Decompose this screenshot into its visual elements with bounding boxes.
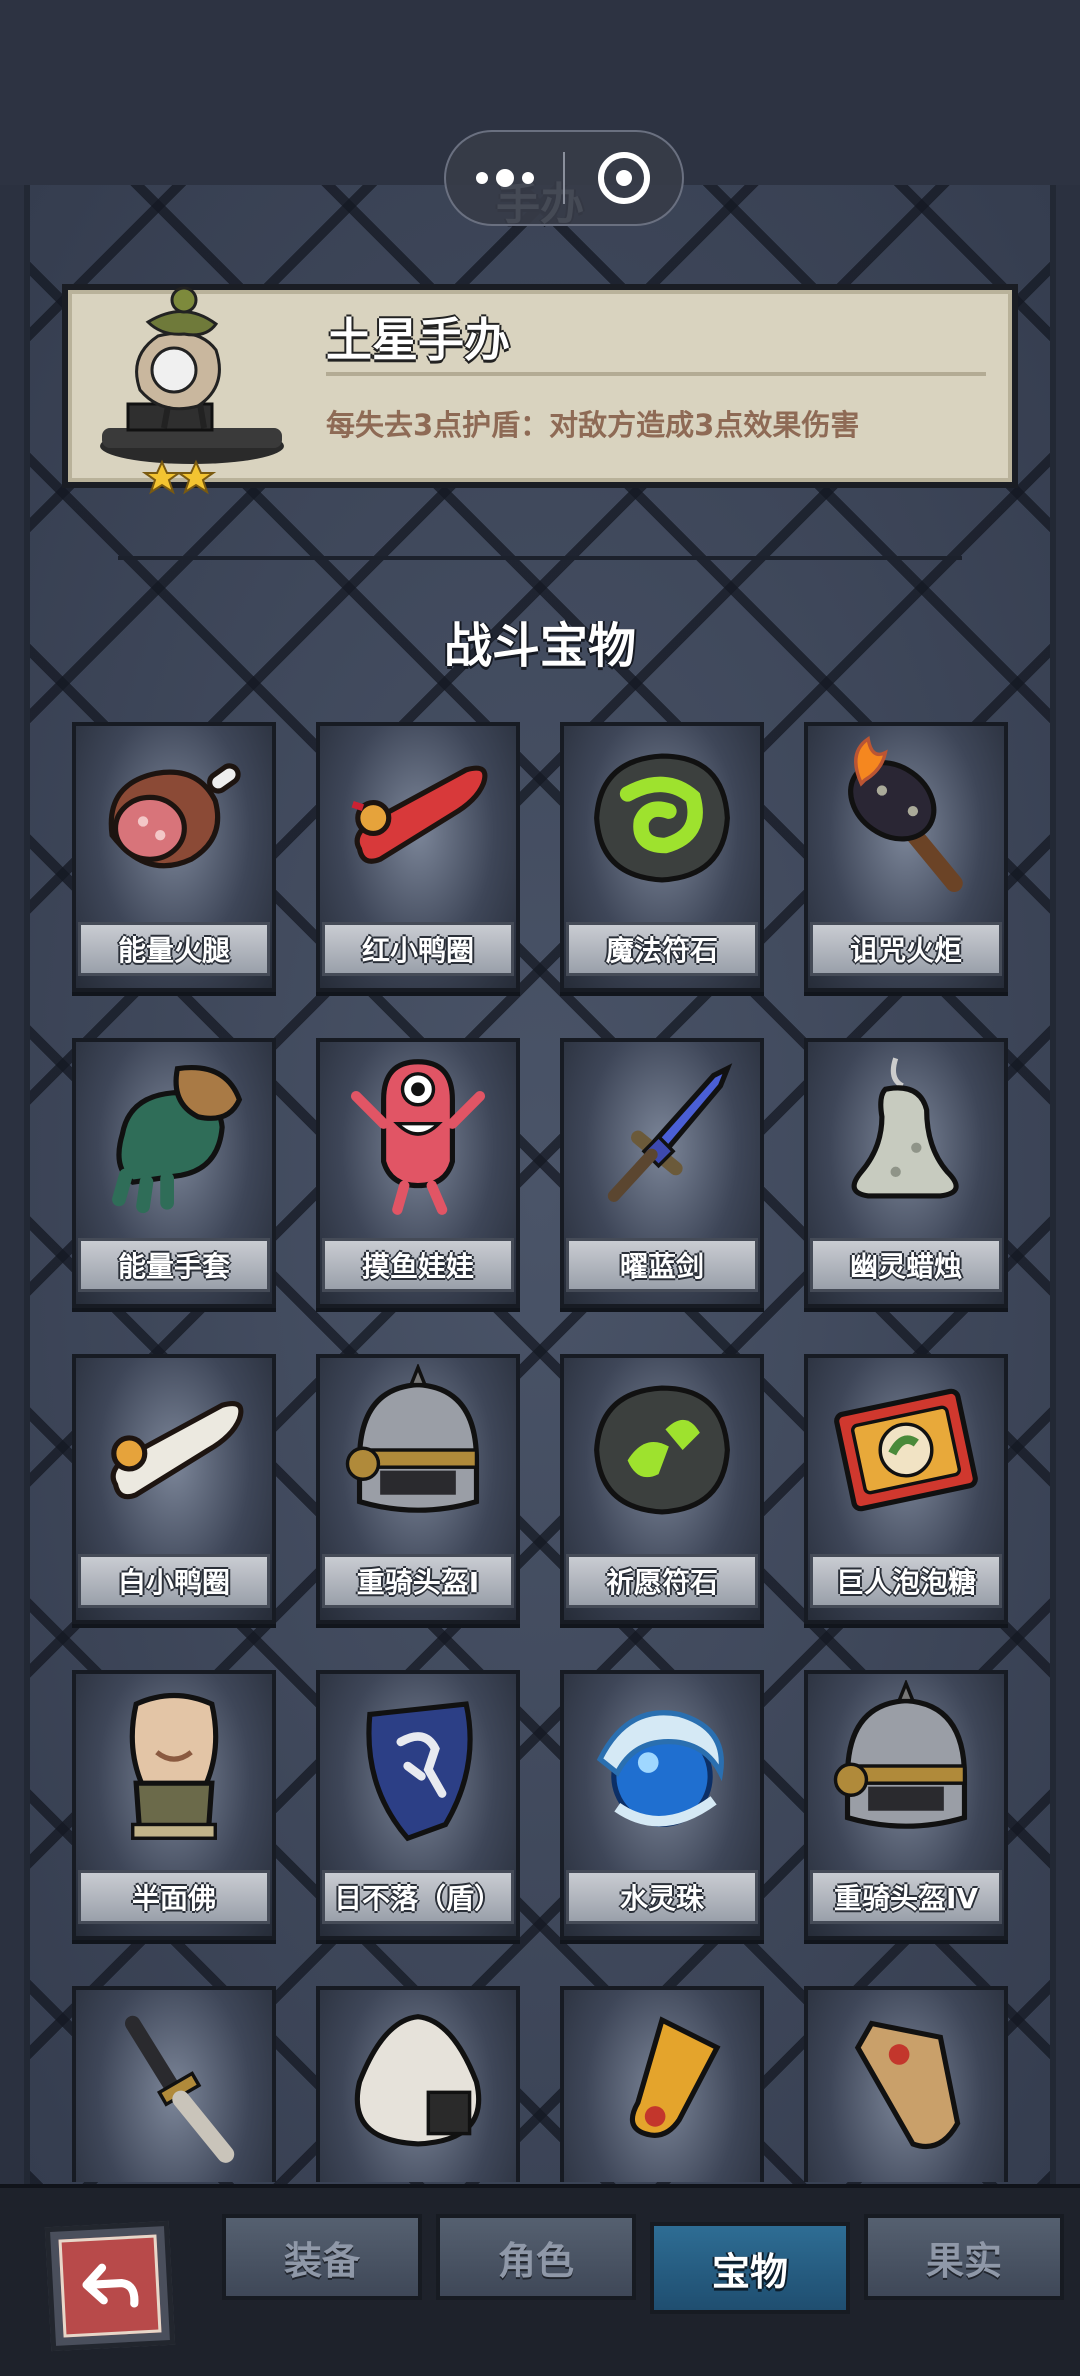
treasure-label: 重骑头盔I bbox=[322, 1554, 514, 1608]
section-divider bbox=[118, 556, 962, 560]
treasure-card[interactable]: 魔法符石 bbox=[560, 722, 764, 992]
treasure-label: 摸鱼娃娃 bbox=[322, 1238, 514, 1292]
treasure-label: 能量手套 bbox=[78, 1238, 270, 1292]
giant-bubblegum-icon bbox=[834, 1388, 978, 1512]
sun-shield-icon bbox=[366, 1701, 473, 1842]
treasure-card[interactable]: 能量手套 bbox=[72, 1038, 276, 1308]
treasure-card[interactable]: 重骑头盔IV bbox=[804, 1670, 1008, 1940]
treasure-label: 幽灵蜡烛 bbox=[810, 1238, 1002, 1292]
treasure-label: 水灵珠 bbox=[566, 1870, 758, 1924]
treasure-card[interactable]: 红小鸭圈 bbox=[316, 722, 520, 992]
treasure-card[interactable]: 白小鸭圈 bbox=[72, 1354, 276, 1624]
treasure-card[interactable]: 幽灵蜡烛 bbox=[804, 1038, 1008, 1308]
mini-program-capsule bbox=[444, 130, 684, 226]
ghost-candle-icon bbox=[851, 1057, 959, 1199]
treasure-card[interactable] bbox=[316, 1986, 520, 2182]
red-duck-ring-icon bbox=[351, 765, 488, 864]
treasure-label: 诅咒火炬 bbox=[810, 922, 1002, 976]
treasure-card[interactable] bbox=[72, 1986, 276, 2182]
treasure-label: 魔法符石 bbox=[566, 922, 758, 976]
treasure-card[interactable] bbox=[804, 1986, 1008, 2182]
dot-icon bbox=[475, 172, 488, 184]
golden-horn-icon bbox=[629, 2016, 721, 2138]
dot-icon bbox=[521, 172, 534, 184]
power-glove-icon bbox=[112, 1065, 243, 1214]
rice-ball-icon bbox=[354, 2014, 482, 2147]
tab-treasures[interactable]: 宝物 bbox=[650, 2222, 850, 2314]
close-button[interactable] bbox=[565, 132, 682, 224]
treasure-grid: 能量火腿 红小鸭圈 魔法符石 诅咒火炬 能量手套 摸鱼娃娃 曜蓝剑 幽灵蜡烛 白… bbox=[72, 722, 1008, 2182]
featured-divider bbox=[326, 372, 986, 376]
cursed-torch-icon bbox=[848, 735, 963, 892]
featured-name: 土星手办 bbox=[326, 313, 510, 367]
treasure-label: 日不落（盾） bbox=[322, 1870, 514, 1924]
treasure-card[interactable]: 曜蓝剑 bbox=[560, 1038, 764, 1308]
scroll-icon bbox=[854, 2020, 961, 2150]
treasure-card[interactable]: 能量火腿 bbox=[72, 722, 276, 992]
treasure-card[interactable]: 半面佛 bbox=[72, 1670, 276, 1940]
tab-characters[interactable]: 角色 bbox=[436, 2214, 636, 2300]
half-buddha-icon bbox=[129, 1693, 219, 1840]
treasure-label: 能量火腿 bbox=[78, 922, 270, 976]
treasure-card[interactable] bbox=[560, 1986, 764, 2182]
tab-fruits[interactable]: 果实 bbox=[864, 2214, 1064, 2300]
close-target-icon bbox=[597, 152, 650, 204]
slacker-doll-icon bbox=[350, 1059, 486, 1215]
treasure-label: 半面佛 bbox=[78, 1870, 270, 1924]
featured-description: 每失去3点护盾：对敌方造成3点效果伤害 bbox=[326, 408, 860, 442]
knight-helmet-icon bbox=[345, 1364, 480, 1513]
dot-icon bbox=[495, 169, 514, 187]
saturn-figure-icon bbox=[100, 286, 284, 495]
wish-rune-stone-icon bbox=[594, 1385, 730, 1515]
ham-icon bbox=[108, 763, 241, 869]
back-arrow-icon bbox=[58, 2234, 162, 2338]
treasure-card[interactable]: 摸鱼娃娃 bbox=[316, 1038, 520, 1308]
treasure-label: 红小鸭圈 bbox=[322, 922, 514, 976]
treasure-card[interactable]: 重骑头盔I bbox=[316, 1354, 520, 1624]
more-menu-button[interactable] bbox=[446, 132, 563, 224]
treasure-card[interactable]: 日不落（盾） bbox=[316, 1670, 520, 1940]
back-button[interactable] bbox=[44, 2220, 176, 2352]
treasure-label: 白小鸭圈 bbox=[78, 1554, 270, 1608]
section-title: 战斗宝物 bbox=[443, 618, 636, 674]
treasure-card[interactable]: 祈愿符石 bbox=[560, 1354, 764, 1624]
treasure-label: 巨人泡泡糖 bbox=[810, 1554, 1002, 1608]
treasure-card[interactable]: 诅咒火炬 bbox=[804, 722, 1008, 992]
tab-equipment[interactable]: 装备 bbox=[222, 2214, 422, 2300]
white-duck-ring-icon bbox=[110, 1400, 244, 1500]
treasure-card[interactable]: 巨人泡泡糖 bbox=[804, 1354, 1008, 1624]
water-orb-icon bbox=[596, 1710, 724, 1828]
knight-helmet-icon bbox=[833, 1680, 968, 1829]
magic-rune-stone-icon bbox=[594, 753, 730, 883]
blue-sword-icon bbox=[607, 1063, 733, 1202]
treasure-card[interactable]: 水灵珠 bbox=[560, 1670, 764, 1940]
featured-figure-card[interactable]: 土星手办 每失去3点护盾：对敌方造成3点效果伤害 bbox=[62, 284, 1018, 495]
treasure-label: 曜蓝剑 bbox=[566, 1238, 758, 1292]
treasure-label: 重骑头盔IV bbox=[810, 1870, 1002, 1924]
treasure-label: 祈愿符石 bbox=[566, 1554, 758, 1608]
dagger-icon bbox=[124, 2015, 235, 2163]
